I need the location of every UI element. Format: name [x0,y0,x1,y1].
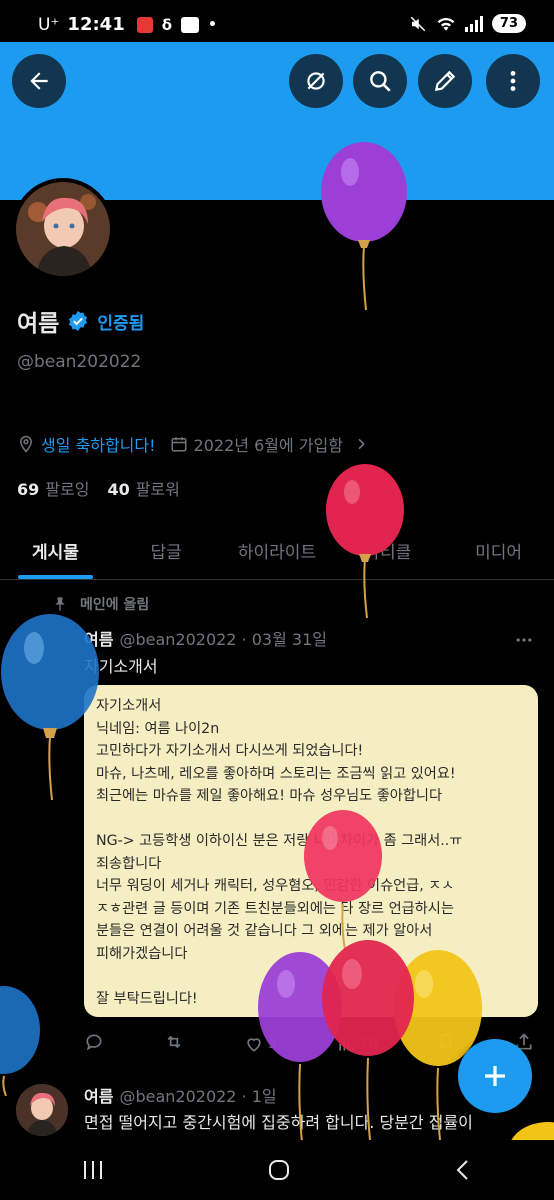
following-link[interactable]: 69 팔로잉 [17,476,89,500]
notification-icons: δ • [136,15,217,34]
memo-line: 마슈, 나츠메, 레오를 좋아하며 스토리는 조금씩 읽고 있어요! [96,765,456,782]
profile-tabs: 게시물 답글 하이라이트 아티클 미디어 [0,520,554,580]
showroom-icon [181,16,200,33]
balloon-yellow-edge [511,1122,554,1140]
search-icon [370,71,391,92]
profile-name-row: 여름 인증됨 [17,304,144,338]
balloon-blue-edge [0,986,40,1096]
clock: 12:41 [67,14,125,35]
balloon-purple [321,142,407,311]
memo-line: 자기소개서 [96,698,162,714]
follow-stats: 69 팔로잉 40 팔로워 [17,476,180,500]
memo-line: 닉네임: 여름 나이2n [96,720,220,737]
mute-icon [410,16,426,31]
system-nav-bar [0,1140,554,1200]
memo-line: 최근에는 마슈를 제일 좋아해요! 마슈 성우님도 좋아합니다 [96,788,443,804]
search-button[interactable] [353,54,407,108]
balloon-blue [1,614,99,800]
recent-apps-icon[interactable] [81,1159,105,1181]
tab-replies[interactable]: 답글 [111,520,222,579]
wifi-icon [437,17,455,31]
balloon-red [326,464,404,618]
repost-icon [167,1035,181,1049]
followers-count: 40 [107,480,130,499]
post-author-name[interactable]: 여름 [84,1087,113,1106]
repost-button[interactable] [163,1032,185,1056]
back-button[interactable] [12,54,66,108]
birthday-link[interactable]: 생일 축하합니다! [41,432,156,456]
more-horizontal-icon [516,638,532,642]
profile-avatar[interactable] [12,178,114,280]
no-sync-icon [307,72,325,90]
balloon-pink [304,810,382,950]
calendar-icon [171,437,187,452]
post-more-button[interactable] [514,630,534,655]
compose-button[interactable] [458,1039,532,1113]
profile-banner [0,42,554,200]
plus-icon [485,1066,505,1086]
followers-label: 팔로워 [135,480,180,499]
memo-line: 고민하다가 자기소개서 다시쓰게 되었습니다! [96,743,364,759]
location-icon [19,435,33,453]
chevron-right-icon[interactable] [353,436,369,452]
status-left: U⁺ 12:41 δ • [38,14,217,35]
dot-icon: • [208,16,217,33]
status-bar: U⁺ 12:41 δ • 73 [0,0,554,42]
carrier-label: U⁺ [38,14,60,35]
status-right: 73 [409,14,526,33]
pin-icon [55,597,65,611]
pinned-indicator: 메인에 올림 [52,594,149,614]
pinned-label: 메인에 올림 [80,597,150,613]
arrow-left-icon [30,72,48,90]
signal-icon [464,15,483,32]
post-date: · 03월 31일 [241,630,327,649]
battery-indicator: 73 [491,14,526,33]
avatar-image [16,182,110,276]
back-nav-icon[interactable] [453,1158,473,1182]
joined-date: 2022년 6월에 가입함 [193,436,343,455]
no-sync-button[interactable] [289,54,343,108]
calendar-icon [136,16,153,33]
edit-button[interactable] [418,54,472,108]
app-icon: δ [161,15,173,34]
edit-icon [434,70,456,92]
following-count: 69 [17,480,40,499]
tab-posts[interactable]: 게시물 [0,520,111,579]
tab-highlights[interactable]: 하이라이트 [222,520,333,579]
more-button[interactable] [486,54,540,108]
tab-media[interactable]: 미디어 [443,520,554,579]
post-author-handle[interactable]: @bean202022 [119,1087,236,1106]
profile-meta: 생일 축하합니다! 2022년 6월에 가입함 [17,432,369,456]
followers-link[interactable]: 40 팔로워 [107,476,179,500]
post-author-handle[interactable]: @bean202022 [119,630,236,649]
verified-badge-icon [69,310,88,332]
post-header: 여름 @bean202022 · 1일 [84,1083,277,1107]
reply-icon [86,1034,102,1051]
verified-label[interactable]: 인증됨 [97,309,144,334]
following-label: 팔로잉 [45,480,90,499]
profile-name: 여름 [17,311,60,337]
balloon-red-2 [322,940,414,1140]
more-icon [510,71,516,91]
post-header: 여름 @bean202022 · 03월 31일 [84,626,327,650]
profile-handle: @bean202022 [17,352,142,372]
reply-button[interactable] [84,1032,104,1056]
home-icon[interactable] [267,1158,291,1182]
